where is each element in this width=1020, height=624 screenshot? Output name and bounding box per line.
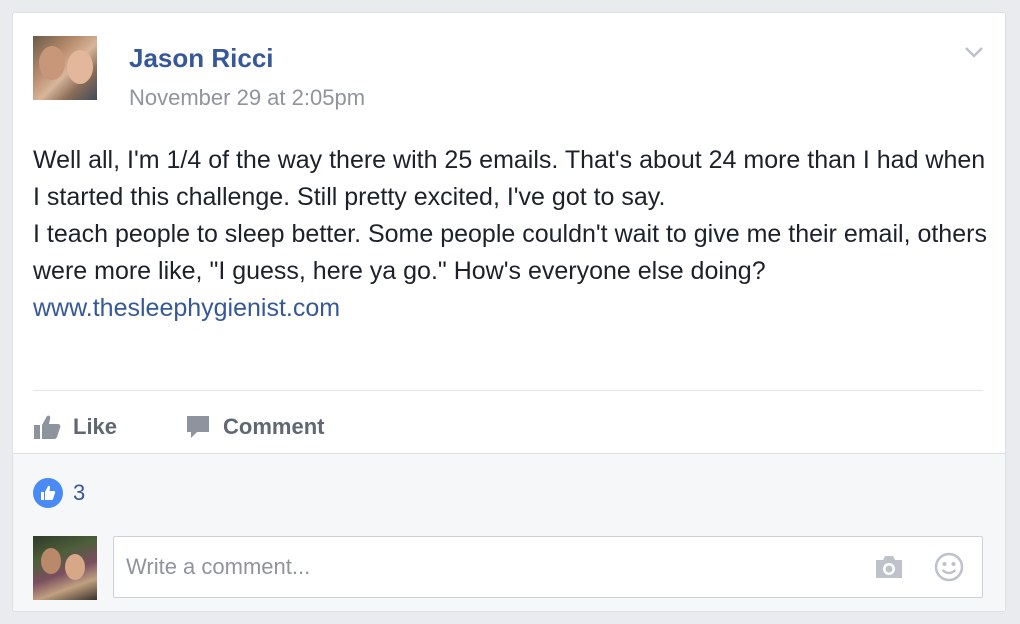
commenter-face-right (65, 554, 85, 580)
divider (33, 390, 983, 391)
post-link[interactable]: www.thesleephygienist.com (33, 290, 993, 327)
post-paragraph-1: Well all, I'm 1/4 of the way there with … (33, 146, 986, 211)
like-label: Like (73, 414, 118, 439)
post-footer: 3 (13, 453, 1005, 611)
post-card: Jason Ricci November 29 at 2:05pm Well a… (12, 12, 1006, 612)
comment-input[interactable] (114, 537, 878, 597)
camera-icon[interactable] (874, 554, 904, 585)
comment-button[interactable]: Comment (185, 414, 324, 440)
post-actions: Like Comment (33, 405, 392, 449)
commenter-avatar[interactable] (33, 536, 97, 600)
author-name[interactable]: Jason Ricci (129, 43, 274, 74)
avatar-face-right (67, 50, 93, 84)
author-avatar[interactable] (33, 36, 97, 100)
reaction-count: 3 (73, 480, 86, 505)
avatar-face-left (39, 46, 65, 80)
like-reaction-icon (33, 478, 63, 508)
post-body: Well all, I'm 1/4 of the way there with … (33, 142, 993, 327)
thumbs-up-icon (34, 415, 61, 439)
reactions-summary[interactable]: 3 (33, 478, 85, 508)
smiley-icon[interactable] (934, 552, 964, 587)
comment-composer (113, 536, 983, 598)
commenter-face-left (41, 548, 61, 574)
comment-label: Comment (223, 414, 325, 439)
speech-bubble-icon (187, 416, 210, 438)
post-timestamp[interactable]: November 29 at 2:05pm (129, 85, 365, 111)
post-paragraph-2: I teach people to sleep better. Some peo… (33, 220, 987, 285)
like-button[interactable]: Like (33, 414, 117, 440)
chevron-down-icon[interactable] (963, 41, 985, 63)
